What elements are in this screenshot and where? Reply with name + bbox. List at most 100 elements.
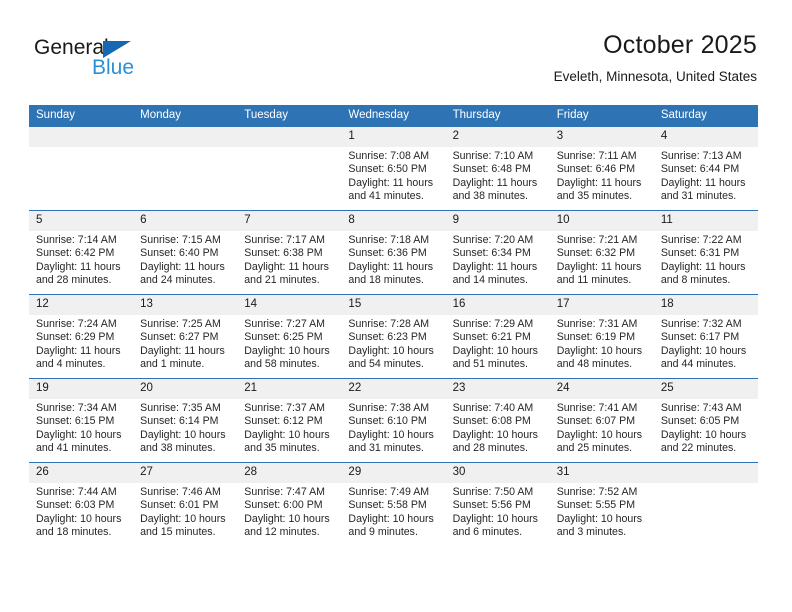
sunset-text: Sunset: 6:21 PM bbox=[452, 331, 531, 344]
day-details: Sunrise: 7:27 AM Sunset: 6:25 PM Daylight:… bbox=[237, 315, 341, 372]
sunrise-text: Sunrise: 7:41 AM bbox=[556, 402, 638, 414]
calendar-day-cell[interactable]: 30 Sunrise: 7:50 AM Sunset: 5:56 PM Dayligh… bbox=[445, 462, 550, 546]
day-number: 30 bbox=[445, 463, 550, 483]
sunset-text: Sunset: 6:38 PM bbox=[244, 247, 323, 260]
calendar-day-cell[interactable]: 10 Sunrise: 7:21 AM Sunset: 6:32 PM Dayligh… bbox=[549, 210, 654, 295]
daylight-text-line1: Daylight: 11 hours bbox=[244, 260, 329, 273]
calendar-day-cell[interactable]: 12 Sunrise: 7:24 AM Sunset: 6:29 PM Dayligh… bbox=[29, 294, 134, 379]
day-number: 15 bbox=[341, 295, 446, 315]
daylight-text-line2: and 31 minutes. bbox=[660, 190, 737, 203]
sunrise-text: Sunrise: 7:44 AM bbox=[36, 486, 117, 498]
calendar-day-cell[interactable]: 29 Sunrise: 7:49 AM Sunset: 5:58 PM Dayligh… bbox=[341, 462, 446, 546]
calendar-day-cell[interactable]: 9 Sunrise: 7:20 AM Sunset: 6:34 PM Daylight… bbox=[445, 210, 550, 295]
calendar-week-row: 19 Sunrise: 7:34 AM Sunset: 6:15 PM Dayligh… bbox=[29, 378, 758, 463]
daylight-text-line2: and 22 minutes. bbox=[660, 442, 737, 455]
calendar-day-cell[interactable]: 24 Sunrise: 7:41 AM Sunset: 6:07 PM Dayligh… bbox=[549, 378, 654, 463]
calendar-cell-inner: 14 Sunrise: 7:27 AM Sunset: 6:25 PM Dayligh… bbox=[237, 295, 342, 378]
sunrise-text: Sunrise: 7:40 AM bbox=[452, 402, 534, 414]
calendar-day-cell[interactable]: 14 Sunrise: 7:27 AM Sunset: 6:25 PM Dayligh… bbox=[237, 294, 342, 379]
calendar-day-cell[interactable]: 8 Sunrise: 7:18 AM Sunset: 6:36 PM Daylight… bbox=[341, 210, 446, 295]
calendar-cell-inner: 31 Sunrise: 7:52 AM Sunset: 5:55 PM Dayligh… bbox=[549, 463, 654, 546]
calendar-cell-empty bbox=[237, 126, 342, 211]
page-title: October 2025 bbox=[603, 31, 757, 59]
calendar-day-cell[interactable]: 17 Sunrise: 7:31 AM Sunset: 6:19 PM Dayligh… bbox=[549, 294, 654, 379]
daylight-text-line1: Daylight: 10 hours bbox=[556, 428, 643, 441]
daylight-text-line1: Daylight: 11 hours bbox=[348, 260, 434, 273]
calendar-day-cell[interactable]: 18 Sunrise: 7:32 AM Sunset: 6:17 PM Dayligh… bbox=[653, 294, 758, 379]
daylight-text-line2: and 8 minutes. bbox=[660, 274, 731, 287]
calendar-day-cell[interactable]: 23 Sunrise: 7:40 AM Sunset: 6:08 PM Dayligh… bbox=[445, 378, 550, 463]
day-details: Sunrise: 7:46 AM Sunset: 6:01 PM Daylight:… bbox=[133, 483, 237, 540]
calendar-cell-empty bbox=[653, 462, 758, 546]
daylight-text-line1: Daylight: 10 hours bbox=[348, 512, 434, 525]
sunset-text: Sunset: 5:55 PM bbox=[556, 499, 636, 512]
calendar-cell-inner: 7 Sunrise: 7:17 AM Sunset: 6:38 PM Daylight… bbox=[237, 211, 342, 294]
calendar-day-cell[interactable]: 1 Sunrise: 7:08 AM Sunset: 6:50 PM Daylight… bbox=[341, 126, 446, 211]
sunrise-text: Sunrise: 7:17 AM bbox=[244, 234, 325, 246]
day-number: 21 bbox=[237, 379, 342, 399]
calendar-page: General Blue October 2025 Eveleth, Minne… bbox=[0, 0, 792, 612]
calendar-day-cell[interactable]: 4 Sunrise: 7:13 AM Sunset: 6:44 PM Daylight… bbox=[653, 126, 758, 211]
calendar-week-row: 26 Sunrise: 7:44 AM Sunset: 6:03 PM Dayligh… bbox=[29, 462, 758, 546]
calendar-day-cell[interactable]: 26 Sunrise: 7:44 AM Sunset: 6:03 PM Dayligh… bbox=[29, 462, 134, 546]
day-details: Sunrise: 7:17 AM Sunset: 6:38 PM Daylight:… bbox=[237, 231, 341, 288]
calendar-day-cell[interactable]: 22 Sunrise: 7:38 AM Sunset: 6:10 PM Dayligh… bbox=[341, 378, 446, 463]
daylight-text-line2: and 3 minutes. bbox=[556, 526, 627, 539]
day-number: 26 bbox=[29, 463, 134, 483]
sunrise-text: Sunrise: 7:15 AM bbox=[140, 234, 221, 246]
day-number: 7 bbox=[237, 211, 342, 231]
calendar-day-cell[interactable]: 19 Sunrise: 7:34 AM Sunset: 6:15 PM Dayligh… bbox=[29, 378, 134, 463]
calendar-cell-inner: 4 Sunrise: 7:13 AM Sunset: 6:44 PM Daylight… bbox=[653, 127, 758, 210]
day-number: 11 bbox=[653, 211, 758, 231]
calendar-week-row: 5 Sunrise: 7:14 AM Sunset: 6:42 PM Daylight… bbox=[29, 210, 758, 295]
daylight-text-line2: and 51 minutes. bbox=[452, 358, 528, 371]
calendar-day-cell[interactable]: 21 Sunrise: 7:37 AM Sunset: 6:12 PM Dayligh… bbox=[237, 378, 342, 463]
calendar-day-cell[interactable]: 15 Sunrise: 7:28 AM Sunset: 6:23 PM Dayligh… bbox=[341, 294, 446, 379]
calendar-cell-inner: 26 Sunrise: 7:44 AM Sunset: 6:03 PM Dayligh… bbox=[29, 463, 134, 546]
daylight-text-line1: Daylight: 11 hours bbox=[452, 260, 538, 273]
daylight-text-line2: and 41 minutes. bbox=[36, 442, 112, 455]
calendar-day-cell[interactable]: 25 Sunrise: 7:43 AM Sunset: 6:05 PM Dayligh… bbox=[653, 378, 758, 463]
sunset-text: Sunset: 6:05 PM bbox=[660, 415, 740, 428]
daylight-text-line2: and 21 minutes. bbox=[244, 274, 320, 287]
calendar-day-cell[interactable]: 6 Sunrise: 7:15 AM Sunset: 6:40 PM Daylight… bbox=[133, 210, 238, 295]
sunrise-text: Sunrise: 7:38 AM bbox=[348, 402, 430, 414]
daylight-text-line1: Daylight: 11 hours bbox=[140, 344, 225, 357]
daylight-text-line1: Daylight: 11 hours bbox=[660, 260, 746, 273]
daylight-text-line1: Daylight: 10 hours bbox=[140, 428, 226, 441]
sunrise-text: Sunrise: 7:10 AM bbox=[452, 150, 534, 162]
sunrise-text: Sunrise: 7:25 AM bbox=[140, 318, 221, 330]
calendar-day-cell[interactable]: 27 Sunrise: 7:46 AM Sunset: 6:01 PM Dayligh… bbox=[133, 462, 238, 546]
daylight-text-line1: Daylight: 10 hours bbox=[140, 512, 226, 525]
calendar-day-cell[interactable]: 31 Sunrise: 7:52 AM Sunset: 5:55 PM Dayligh… bbox=[549, 462, 654, 546]
day-details: Sunrise: 7:52 AM Sunset: 5:55 PM Daylight:… bbox=[550, 483, 654, 540]
sunrise-text: Sunrise: 7:18 AM bbox=[348, 234, 430, 246]
day-details: Sunrise: 7:37 AM Sunset: 6:12 PM Daylight:… bbox=[237, 399, 341, 456]
daylight-text-line2: and 6 minutes. bbox=[452, 526, 523, 539]
calendar-day-cell[interactable]: 5 Sunrise: 7:14 AM Sunset: 6:42 PM Daylight… bbox=[29, 210, 134, 295]
daylight-text-line2: and 1 minute. bbox=[140, 358, 205, 371]
daylight-text-line1: Daylight: 10 hours bbox=[660, 428, 747, 441]
daylight-text-line1: Daylight: 10 hours bbox=[348, 344, 434, 357]
daylight-text-line2: and 44 minutes. bbox=[660, 358, 737, 371]
calendar-day-cell[interactable]: 3 Sunrise: 7:11 AM Sunset: 6:46 PM Daylight… bbox=[549, 126, 654, 211]
calendar-cell-inner: 3 Sunrise: 7:11 AM Sunset: 6:46 PM Daylight… bbox=[549, 127, 654, 210]
day-details: Sunrise: 7:14 AM Sunset: 6:42 PM Daylight:… bbox=[29, 231, 133, 288]
day-details: Sunrise: 7:22 AM Sunset: 6:31 PM Daylight:… bbox=[654, 231, 758, 288]
day-details: Sunrise: 7:13 AM Sunset: 6:44 PM Daylight:… bbox=[654, 147, 758, 204]
day-details: Sunrise: 7:11 AM Sunset: 6:46 PM Daylight:… bbox=[550, 147, 654, 204]
daylight-text-line2: and 18 minutes. bbox=[36, 526, 112, 539]
calendar-day-cell[interactable]: 13 Sunrise: 7:25 AM Sunset: 6:27 PM Dayligh… bbox=[133, 294, 238, 379]
calendar-day-cell[interactable]: 16 Sunrise: 7:29 AM Sunset: 6:21 PM Dayligh… bbox=[445, 294, 550, 379]
calendar-cell-inner: 13 Sunrise: 7:25 AM Sunset: 6:27 PM Dayligh… bbox=[133, 295, 238, 378]
day-number: 18 bbox=[653, 295, 758, 315]
calendar-day-cell[interactable]: 2 Sunrise: 7:10 AM Sunset: 6:48 PM Daylight… bbox=[445, 126, 550, 211]
day-details: Sunrise: 7:49 AM Sunset: 5:58 PM Daylight:… bbox=[341, 483, 445, 540]
calendar-cell-inner: 28 Sunrise: 7:47 AM Sunset: 6:00 PM Dayligh… bbox=[237, 463, 342, 546]
calendar-day-cell[interactable]: 20 Sunrise: 7:35 AM Sunset: 6:14 PM Dayligh… bbox=[133, 378, 238, 463]
calendar-day-cell[interactable]: 28 Sunrise: 7:47 AM Sunset: 6:00 PM Dayligh… bbox=[237, 462, 342, 546]
calendar-day-cell[interactable]: 7 Sunrise: 7:17 AM Sunset: 6:38 PM Daylight… bbox=[237, 210, 342, 295]
daylight-text-line2: and 4 minutes. bbox=[36, 358, 106, 371]
calendar-day-cell[interactable]: 11 Sunrise: 7:22 AM Sunset: 6:31 PM Dayligh… bbox=[653, 210, 758, 295]
daylight-text-line1: Daylight: 11 hours bbox=[556, 260, 642, 273]
